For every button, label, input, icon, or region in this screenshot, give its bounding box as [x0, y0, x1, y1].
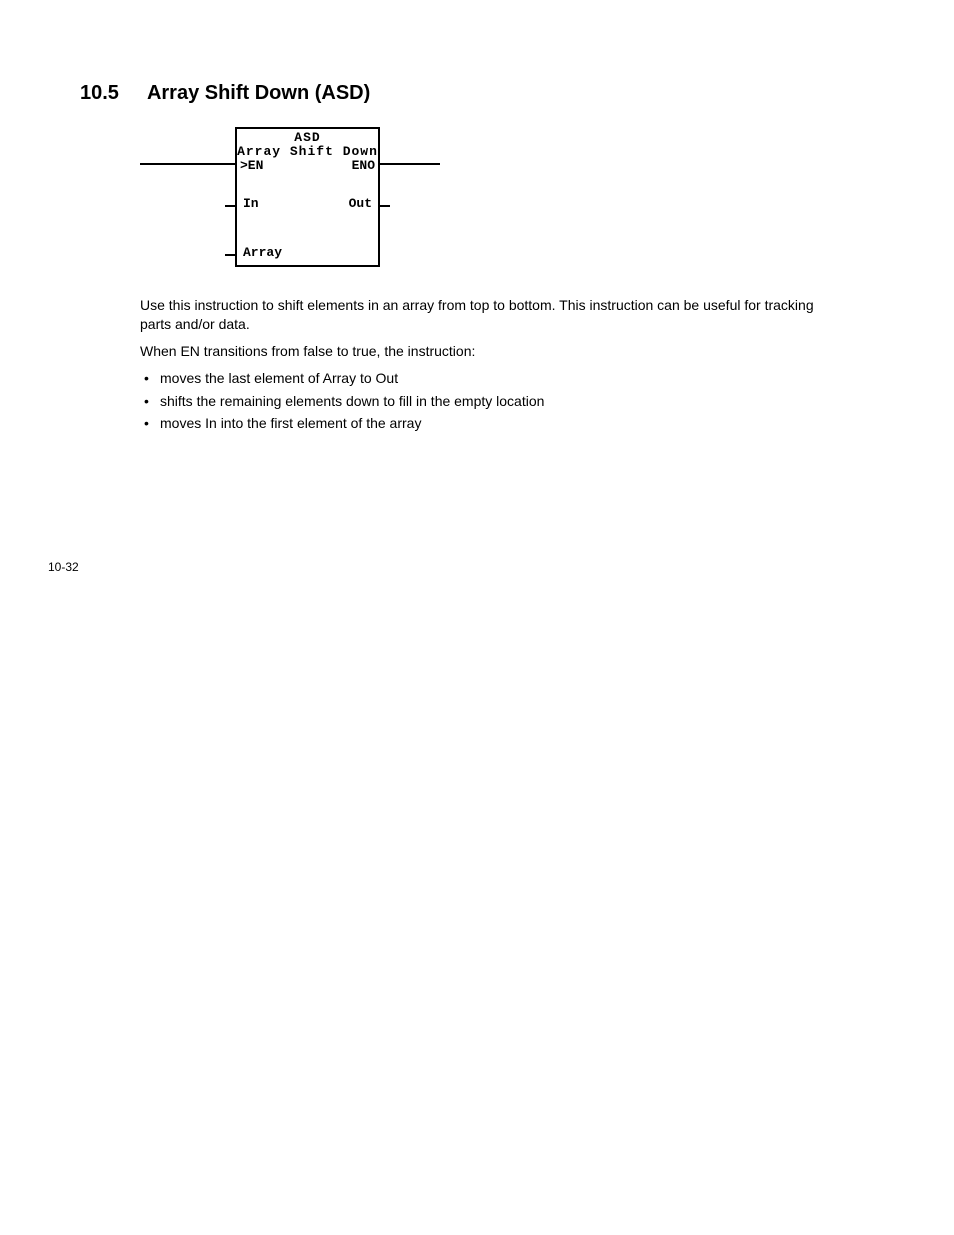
- body-text: Use this instruction to shift elements i…: [140, 296, 840, 433]
- function-block-box: ASD Array Shift Down >EN ENO In Out Arra…: [235, 127, 380, 267]
- list-item: moves In into the first element of the a…: [140, 414, 840, 433]
- paragraph: Use this instruction to shift elements i…: [140, 296, 840, 334]
- wire-right: [380, 163, 440, 165]
- fb-out-label: Out: [349, 196, 372, 211]
- fb-name: Array Shift Down: [237, 144, 378, 159]
- function-block-diagram: ASD Array Shift Down >EN ENO In Out Arra…: [140, 127, 874, 272]
- fb-code: ASD: [237, 130, 378, 145]
- page-number: 10-32: [48, 560, 79, 574]
- section-number: 10.5: [80, 82, 119, 105]
- list-item: moves the last element of Array to Out: [140, 369, 840, 388]
- fb-array-label: Array: [243, 245, 282, 260]
- bullet-list: moves the last element of Array to Out s…: [140, 369, 840, 434]
- fb-en-label: >EN: [240, 158, 263, 173]
- section-heading: 10.5 Array Shift Down (ASD): [80, 82, 874, 105]
- fb-eno-label: ENO: [352, 158, 375, 173]
- wire-array-tick: [225, 254, 235, 256]
- wire-out-tick: [380, 205, 390, 207]
- list-item: shifts the remaining elements down to fi…: [140, 392, 840, 411]
- section-title: Array Shift Down (ASD): [147, 82, 370, 105]
- fb-in-label: In: [243, 196, 259, 211]
- paragraph: When EN transitions from false to true, …: [140, 342, 840, 361]
- wire-left: [140, 163, 235, 165]
- wire-in-tick: [225, 205, 235, 207]
